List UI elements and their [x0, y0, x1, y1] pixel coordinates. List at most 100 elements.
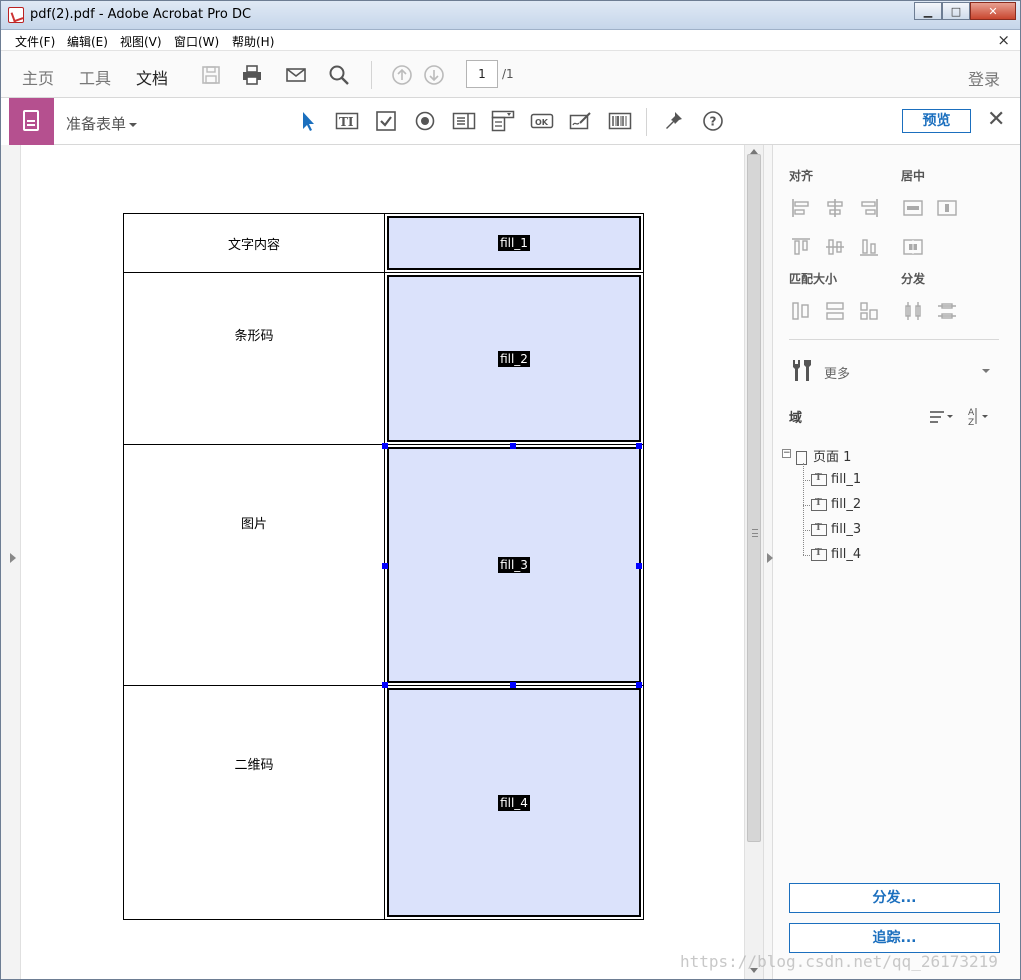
checkbox-icon[interactable] [374, 110, 398, 132]
signature-icon[interactable] [569, 110, 593, 132]
pin-icon[interactable] [662, 110, 686, 132]
tools-icon[interactable] [789, 357, 815, 383]
menu-view[interactable]: 视图(V) [120, 33, 162, 50]
chevron-down-icon [129, 122, 138, 127]
align-right-icon[interactable] [858, 197, 880, 219]
document-view[interactable]: 文字内容 fill_1 条形码 fill_2 图片 fill_3 二维码 fil… [21, 145, 744, 979]
resize-handle-nw[interactable] [382, 443, 388, 449]
main-toolbar: 主页 工具 文档 1 /1 登录 [1, 51, 1020, 101]
close-prepare-form-button[interactable]: ✕ [987, 109, 1005, 131]
fields-panel: 对齐 居中 匹配大小 分发 更多 域 A Z − 页面 1 Tfill_1 Tf… [773, 145, 1020, 979]
text-field-icon[interactable]: TI [335, 110, 359, 132]
scroll-thumb[interactable] [747, 154, 761, 842]
left-panel-toggle[interactable] [1, 145, 21, 979]
preview-button[interactable]: 预览 [902, 109, 971, 133]
resize-handle-s[interactable] [510, 682, 516, 688]
tree-expander[interactable]: − [782, 449, 791, 458]
minimize-button[interactable]: ▁ [914, 2, 942, 20]
prepare-form-menu[interactable]: 准备表单 [66, 113, 138, 134]
align-vertical-center-icon[interactable] [824, 236, 846, 258]
close-button[interactable]: ✕ [970, 2, 1016, 20]
grip-icon [752, 529, 758, 537]
distribute-button[interactable]: 分发... [789, 883, 1000, 913]
chevron-down-icon[interactable] [982, 369, 990, 373]
menu-edit[interactable]: 编辑(E) [67, 33, 108, 50]
window-title: pdf(2).pdf - Adobe Acrobat Pro DC [30, 7, 252, 22]
toolbar-separator [371, 61, 372, 89]
window-controls: ▁ □ ✕ [914, 2, 1016, 20]
text-field-icon [811, 498, 827, 511]
distribute-horizontal-icon[interactable] [902, 300, 924, 322]
tree-field-label: fill_4 [831, 547, 862, 562]
dropdown-icon[interactable] [491, 110, 515, 132]
maximize-button[interactable]: □ [942, 2, 970, 20]
close-document-button[interactable]: × [997, 31, 1010, 49]
tree-field-node[interactable]: fill_1 [811, 472, 861, 487]
table-row: 文字内容 fill_1 [123, 213, 644, 273]
match-size-heading: 匹配大小 [789, 272, 838, 286]
align-left-icon[interactable] [790, 197, 812, 219]
center-horizontal-icon[interactable] [936, 197, 958, 219]
page-down-icon[interactable] [423, 64, 445, 86]
form-field-fill-4[interactable]: fill_4 [387, 688, 641, 917]
tree-field-node[interactable]: fill_3 [811, 522, 861, 537]
help-icon[interactable]: ? [701, 110, 725, 132]
tree-page-node[interactable]: 页面 1 [796, 446, 851, 465]
field-name-label: fill_4 [498, 794, 530, 811]
menu-help[interactable]: 帮助(H) [232, 33, 274, 50]
sort-icon[interactable] [928, 407, 956, 427]
table-row: 条形码 fill_2 [123, 272, 644, 445]
form-field-fill-3[interactable]: fill_3 [387, 447, 641, 683]
row-label: 文字内容 [123, 213, 385, 273]
align-bottom-icon[interactable] [858, 236, 880, 258]
tree-field-node[interactable]: fill_4 [811, 547, 861, 562]
email-icon[interactable] [285, 64, 307, 86]
barcode-icon[interactable] [608, 110, 632, 132]
resize-handle-e[interactable] [636, 563, 642, 569]
menu-window[interactable]: 窗口(W) [174, 33, 219, 50]
match-width-icon[interactable] [790, 300, 812, 322]
tree-field-node[interactable]: fill_2 [811, 497, 861, 512]
match-both-icon[interactable] [858, 300, 880, 322]
prepare-form-title: 准备表单 [66, 115, 127, 133]
vertical-scrollbar[interactable] [744, 145, 763, 979]
tab-document[interactable]: 文档 [136, 65, 169, 101]
field-cell: fill_2 [384, 272, 644, 445]
more-menu[interactable]: 更多 [824, 363, 850, 382]
resize-handle-sw[interactable] [382, 682, 388, 688]
resize-handle-n[interactable] [510, 443, 516, 449]
save-icon[interactable] [200, 64, 222, 86]
radio-button-icon[interactable] [413, 110, 437, 132]
match-height-icon[interactable] [824, 300, 846, 322]
tab-home[interactable]: 主页 [22, 65, 54, 89]
menu-file[interactable]: 文件(F) [15, 33, 55, 50]
select-cursor-icon[interactable] [296, 110, 320, 132]
tab-tools[interactable]: 工具 [79, 65, 111, 89]
resize-handle-se[interactable] [636, 682, 642, 688]
center-vertical-icon[interactable] [902, 197, 924, 219]
track-button[interactable]: 追踪... [789, 923, 1000, 953]
formbar-separator [646, 108, 647, 136]
align-horizontal-center-icon[interactable] [824, 197, 846, 219]
resize-handle-w[interactable] [382, 563, 388, 569]
right-panel-splitter[interactable] [763, 145, 773, 979]
sort-alphabetical-icon[interactable]: A Z [966, 405, 994, 427]
distribute-vertical-icon[interactable] [936, 300, 958, 322]
tree-connector [803, 463, 804, 555]
row-label: 条形码 [123, 272, 385, 445]
field-cell: fill_1 [384, 213, 644, 273]
sign-in-link[interactable]: 登录 [968, 66, 1000, 90]
list-box-icon[interactable] [452, 110, 476, 132]
form-field-fill-2[interactable]: fill_2 [387, 275, 641, 442]
row-label: 图片 [123, 444, 385, 686]
expand-arrow-icon [10, 553, 16, 563]
button-icon[interactable]: OK [530, 110, 554, 132]
form-field-fill-1[interactable]: fill_1 [387, 216, 641, 270]
center-both-icon[interactable] [902, 236, 924, 258]
page-up-icon[interactable] [391, 64, 413, 86]
search-icon[interactable] [328, 64, 350, 86]
print-icon[interactable] [241, 64, 263, 86]
resize-handle-ne[interactable] [636, 443, 642, 449]
align-top-icon[interactable] [790, 236, 812, 258]
page-number-input[interactable]: 1 [466, 60, 498, 88]
